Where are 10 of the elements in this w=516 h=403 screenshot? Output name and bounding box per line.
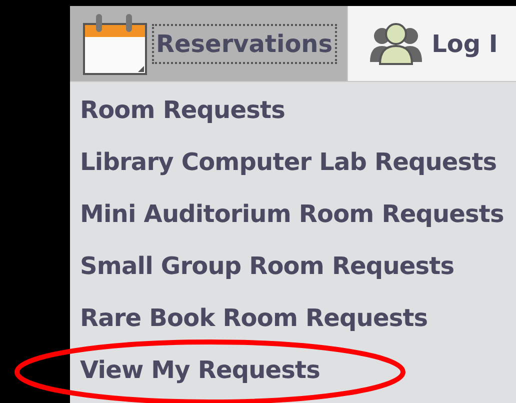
- menu-item[interactable]: Mini Auditorium Room Requests: [80, 195, 504, 233]
- menu-item[interactable]: Small Group Room Requests: [80, 247, 454, 285]
- menu-item[interactable]: Rare Book Room Requests: [80, 299, 428, 337]
- nav-tab[interactable]: Reservations: [70, 6, 348, 81]
- nav-tab[interactable]: Log I: [348, 6, 498, 81]
- menu-item[interactable]: Library Computer Lab Requests: [80, 143, 497, 181]
- people-icon: [368, 22, 424, 66]
- calendar-icon: [82, 12, 148, 76]
- menu-item[interactable]: View My Requests: [80, 351, 320, 389]
- menu-item[interactable]: Room Requests: [80, 91, 285, 129]
